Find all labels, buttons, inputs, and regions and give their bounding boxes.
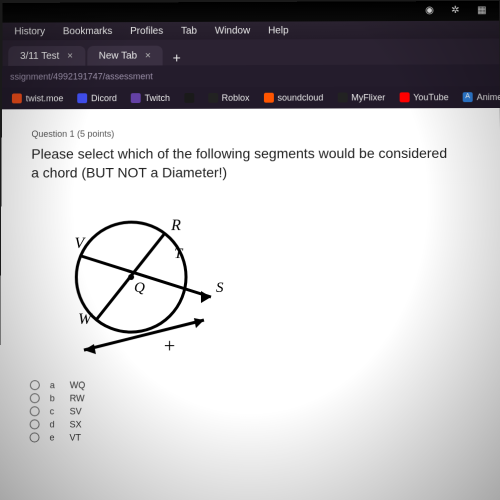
camera-icon: ◉: [425, 5, 437, 17]
radio-c[interactable]: [30, 406, 40, 416]
bookmark-label: YouTube: [413, 92, 448, 102]
bookmark-animedao[interactable]: A AnimeDao: [463, 92, 500, 102]
choice-b[interactable]: b RW: [30, 393, 472, 404]
favicon-icon: [264, 93, 274, 103]
page-content: Question 1 (5 points) Please select whic…: [0, 108, 500, 500]
label-q: Q: [134, 280, 145, 296]
menu-help[interactable]: Help: [268, 25, 288, 36]
bookmark-twitch[interactable]: Twitch: [131, 93, 170, 103]
menu-history[interactable]: History: [14, 26, 45, 37]
choice-letter: e: [49, 432, 59, 442]
answer-choices: a WQ b RW c SV d SX e VT: [30, 380, 472, 443]
radio-d[interactable]: [30, 419, 40, 429]
bookmark-label: MyFlixer: [351, 92, 385, 102]
more-icon: ▦: [477, 5, 489, 17]
bookmark-twistmoe[interactable]: twist.moe: [12, 93, 64, 103]
choice-value: RW: [70, 393, 85, 403]
tab-test[interactable]: 3/11 Test ×: [8, 46, 85, 66]
bookmark-label: Dicord: [91, 93, 117, 103]
favicon-icon: [208, 93, 218, 103]
choice-value: SV: [70, 406, 82, 416]
label-r: R: [170, 217, 181, 234]
choice-d[interactable]: d SX: [30, 419, 472, 430]
bookmark-label: Twitch: [145, 93, 170, 103]
choice-value: SX: [70, 419, 82, 429]
favicon-icon: [184, 93, 194, 103]
label-w: W: [78, 311, 93, 328]
radio-e[interactable]: [30, 432, 40, 442]
menu-bookmarks[interactable]: Bookmarks: [63, 26, 113, 37]
bookmark-label: AnimeDao: [477, 92, 500, 102]
close-icon[interactable]: ×: [67, 51, 73, 62]
bookmark-label: twist.moe: [26, 93, 64, 103]
choice-letter: a: [50, 380, 60, 390]
bookmark-myflixer[interactable]: MyFlixer: [337, 92, 385, 102]
choice-c[interactable]: c SV: [30, 406, 472, 417]
circle-figure: V R T S Q W +: [36, 192, 236, 372]
bluetooth-icon: ✲: [451, 5, 463, 17]
choice-value: WQ: [70, 380, 86, 390]
bookmark-label: Roblox: [222, 93, 250, 103]
bookmark-discord[interactable]: Dicord: [77, 93, 117, 103]
choice-letter: b: [50, 393, 60, 403]
favicon-icon: [131, 93, 141, 103]
bookmark-label: soundcloud: [277, 93, 323, 103]
choice-a[interactable]: a WQ: [30, 380, 472, 391]
question-text: Please select which of the following seg…: [31, 144, 450, 182]
url-text: ssignment/4992191747/assessment: [10, 71, 153, 81]
favicon-icon: [337, 93, 347, 103]
macos-menubar-right: ◉ ✲ ▦: [3, 1, 500, 23]
menu-tab[interactable]: Tab: [181, 25, 197, 36]
label-plus: +: [164, 335, 175, 357]
menu-profiles[interactable]: Profiles: [130, 25, 163, 36]
close-icon[interactable]: ×: [145, 51, 151, 62]
choice-e[interactable]: e VT: [30, 432, 472, 443]
bookmark-youtube[interactable]: YouTube: [399, 92, 448, 102]
choice-letter: d: [50, 419, 60, 429]
screen: ◉ ✲ ▦ History Bookmarks Profiles Tab Win…: [0, 1, 500, 500]
favicon-icon: [12, 93, 22, 103]
tab-label: 3/11 Test: [20, 51, 59, 62]
bookmark-roblox[interactable]: Roblox: [208, 93, 250, 103]
radio-b[interactable]: [30, 393, 40, 403]
favicon-icon: [77, 93, 87, 103]
bookmarks-bar: twist.moe Dicord Twitch Roblox soundclou…: [2, 86, 500, 109]
bookmark-soundcloud[interactable]: soundcloud: [264, 93, 324, 103]
address-bar[interactable]: ssignment/4992191747/assessment: [2, 64, 500, 87]
radio-a[interactable]: [30, 380, 40, 390]
choice-value: VT: [69, 432, 81, 442]
tab-bar: 3/11 Test × New Tab × +: [2, 39, 499, 66]
label-s: S: [216, 280, 224, 296]
browser-menubar: History Bookmarks Profiles Tab Window He…: [2, 21, 499, 41]
menu-window[interactable]: Window: [215, 25, 250, 36]
choice-letter: c: [50, 406, 60, 416]
question-meta: Question 1 (5 points): [31, 128, 470, 139]
favicon-icon: A: [463, 92, 473, 102]
favicon-icon: [399, 92, 409, 102]
new-tab-button[interactable]: +: [165, 50, 189, 66]
tab-newtab[interactable]: New Tab ×: [87, 46, 163, 66]
bookmark-unknown[interactable]: [184, 93, 194, 103]
tab-label: New Tab: [99, 51, 137, 62]
